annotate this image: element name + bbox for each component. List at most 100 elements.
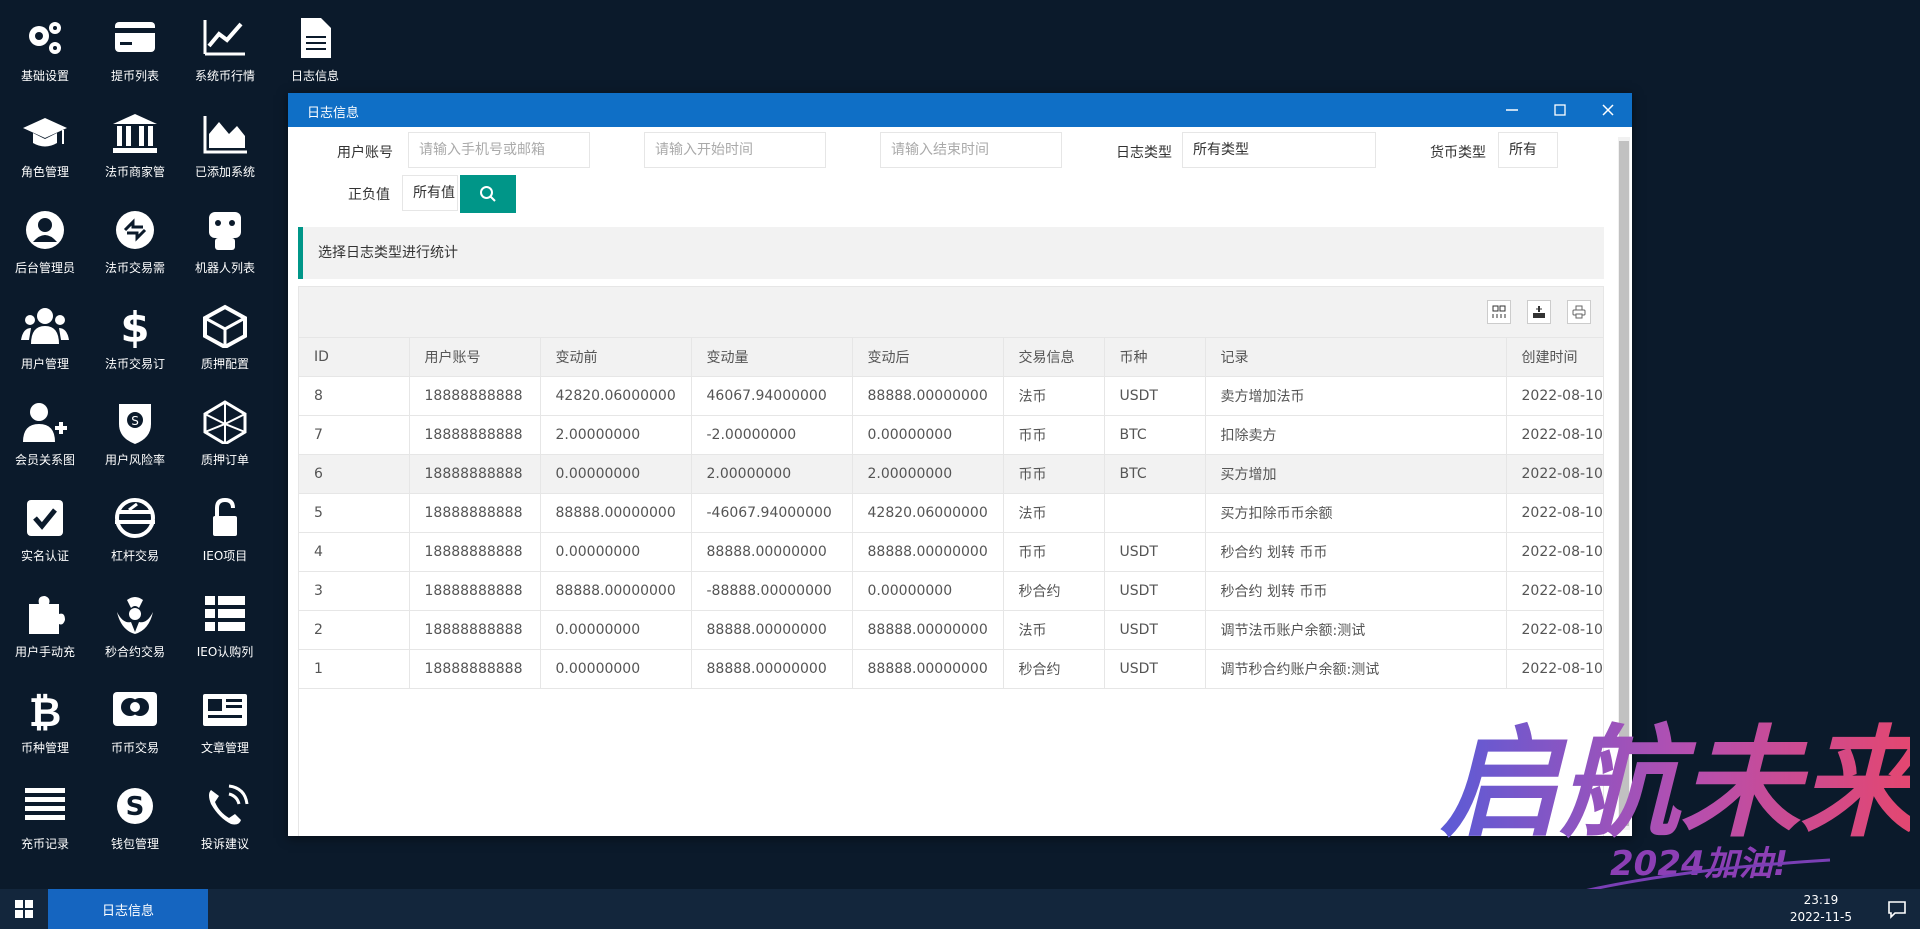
export-icon xyxy=(1533,306,1545,318)
desktop-icon-mastercard[interactable]: 币币交易 xyxy=(90,672,180,768)
column-header[interactable]: 变动前 xyxy=(540,338,692,377)
account-input[interactable]: 请输入手机号或邮箱 xyxy=(408,132,590,168)
desktop-icon-user-plus[interactable]: 会员关系图 xyxy=(0,384,90,480)
desktop-icon-gears[interactable]: 基础设置 xyxy=(0,0,90,96)
table-row[interactable]: 3 18888888888 88888.00000000 -88888.0000000… xyxy=(299,571,1603,611)
table-row[interactable]: 1 18888888888 0.00000000 88888.00000000 8888… xyxy=(299,649,1603,689)
table-cell: 币币 xyxy=(1003,532,1105,572)
table-row[interactable]: 2 18888888888 0.00000000 88888.00000000 8888… xyxy=(299,610,1603,650)
desktop-icon-user-circle[interactable]: 后台管理员 xyxy=(0,192,90,288)
minimize-icon xyxy=(1506,109,1518,111)
desktop-icon-label: 提币列表 xyxy=(110,69,159,83)
desktop-icon-label: 已添加系统 xyxy=(194,165,255,179)
minimize-button[interactable] xyxy=(1488,93,1536,127)
desktop-icon-phone[interactable]: 投诉建议 xyxy=(180,768,270,864)
desktop-icon-cube[interactable]: 质押配置 xyxy=(180,288,270,384)
close-button[interactable] xyxy=(1584,93,1632,127)
table-cell: 扣除卖方 xyxy=(1205,415,1507,455)
end-time-input[interactable]: 请输入结束时间 xyxy=(880,132,1062,168)
maximize-button[interactable] xyxy=(1536,93,1584,127)
sign-label: 正负值 xyxy=(348,187,390,203)
column-header[interactable]: 交易信息 xyxy=(1003,338,1105,377)
table-row[interactable]: 8 18888888888 42820.06000000 46067.94000000… xyxy=(299,376,1603,416)
column-header[interactable]: 记录 xyxy=(1205,338,1507,377)
column-header[interactable]: ID xyxy=(299,338,410,377)
column-header[interactable]: 创建时间 xyxy=(1506,338,1603,377)
desktop-icon-polyhedron[interactable]: 质押订单 xyxy=(180,384,270,480)
desktop-icon-document[interactable]: 日志信息 xyxy=(270,0,360,96)
currency-type-select[interactable]: 所有 xyxy=(1498,132,1558,168)
table-cell: 法币 xyxy=(1003,493,1105,533)
desktop-icon-credit-card[interactable]: 提币列表 xyxy=(90,0,180,96)
table-cell: USDT xyxy=(1104,610,1206,650)
desktop-icon-puzzle[interactable]: 用户手动充 xyxy=(0,576,90,672)
column-header[interactable]: 用户账号 xyxy=(409,338,541,377)
taskbar-clock[interactable]: 23:19 2022-11-5 xyxy=(1790,892,1852,926)
table-cell: 1 xyxy=(299,649,410,689)
start-time-input[interactable]: 请输入开始时间 xyxy=(644,132,826,168)
desktop-icon-label: 角色管理 xyxy=(20,165,69,179)
graduation-cap-icon xyxy=(23,118,67,147)
log-type-select[interactable]: 所有类型 xyxy=(1182,132,1376,168)
desktop-icon-label: 币币交易 xyxy=(110,741,159,755)
column-header[interactable]: 变动后 xyxy=(852,338,1004,377)
desktop-icon-list[interactable]: IEO认购列 xyxy=(180,576,270,672)
notification-icon[interactable] xyxy=(1886,898,1908,920)
table-cell: 18888888888 xyxy=(409,493,541,533)
table-cell: 秒合约 xyxy=(1003,649,1105,689)
table-cell: 18888888888 xyxy=(409,571,541,611)
skype-icon: S xyxy=(117,788,153,824)
user-plus-icon xyxy=(23,403,67,442)
desktop-icon-unlock[interactable]: IEO项目 xyxy=(180,480,270,576)
taskbar-item-log-info[interactable]: 日志信息 xyxy=(48,889,208,929)
desktop-icon-label: 秒合约交易 xyxy=(104,645,165,659)
dollar-icon: $ xyxy=(120,304,149,348)
desktop-icon-newspaper[interactable]: 文章管理 xyxy=(180,672,270,768)
table-cell: 买方增加 xyxy=(1205,454,1507,494)
desktop-icon-bank[interactable]: 法币商家管 xyxy=(90,96,180,192)
cube-icon xyxy=(203,304,247,348)
table-row[interactable]: 7 18888888888 2.00000000 -2.00000000 0.00000… xyxy=(299,415,1603,455)
desktop-icon-users[interactable]: 用户管理 xyxy=(0,288,90,384)
desktop-icon-shield[interactable]: S 用户风险率 xyxy=(90,384,180,480)
column-header[interactable]: 变动量 xyxy=(691,338,853,377)
columns-filter-button[interactable] xyxy=(1487,300,1511,324)
table-row[interactable]: 4 18888888888 0.00000000 88888.00000000 8888… xyxy=(299,532,1603,572)
desktop-icon-graduation-cap[interactable]: 角色管理 xyxy=(0,96,90,192)
watermark-main-text: 启航未来 xyxy=(1440,715,1910,854)
table-cell: 4 xyxy=(299,532,410,572)
export-button[interactable] xyxy=(1527,300,1551,324)
desktop-icon-line-chart[interactable]: 系统币行情 xyxy=(180,0,270,96)
sign-select[interactable]: 所有值 xyxy=(402,175,458,211)
print-button[interactable] xyxy=(1567,300,1591,324)
desktop-icon-dollar[interactable]: $ 法币交易订 xyxy=(90,288,180,384)
table-cell: 18888888888 xyxy=(409,532,541,572)
table-cell: USDT xyxy=(1104,376,1206,416)
desktop-icon-bitcoin[interactable]: ₿ 币种管理 xyxy=(0,672,90,768)
log-type-label: 日志类型 xyxy=(1116,145,1172,161)
desktop-icon-area-chart[interactable]: 已添加系统 xyxy=(180,96,270,192)
column-header[interactable]: 币种 xyxy=(1104,338,1206,377)
desktop-icon-label: 机器人列表 xyxy=(194,261,255,275)
phone-icon xyxy=(209,784,249,825)
desktop-icon-label: 质押配置 xyxy=(200,357,249,371)
user-circle-icon xyxy=(26,211,64,249)
desktop-icon-robot[interactable]: 机器人列表 xyxy=(180,192,270,288)
desktop-icon-rebel[interactable]: 秒合约交易 xyxy=(90,576,180,672)
desktop-icon-check-square[interactable]: 实名认证 xyxy=(0,480,90,576)
search-button[interactable] xyxy=(460,175,516,213)
desktop-icon-skype[interactable]: S 钱包管理 xyxy=(90,768,180,864)
desktop-icon-label: 充币记录 xyxy=(20,837,69,851)
desktop-icon-list-lines[interactable]: 充币记录 xyxy=(0,768,90,864)
table-cell: USDT xyxy=(1104,571,1206,611)
table-cell: 88888.00000000 xyxy=(691,649,853,689)
desktop-icon-lever[interactable]: 杠杆交易 xyxy=(90,480,180,576)
log-table-container: ID 用户账号 变动前 变动量 变动后 交易信息 币种 记录 创建时间 8 18888888888… xyxy=(298,286,1604,836)
table-cell: 2 xyxy=(299,610,410,650)
table-row[interactable]: 5 18888888888 88888.00000000 -46067.9400000… xyxy=(299,493,1603,533)
desktop-icon-exchange[interactable]: 法币交易需 xyxy=(90,192,180,288)
start-button[interactable] xyxy=(0,889,48,929)
window-title-bar[interactable]: 日志信息 xyxy=(288,93,1632,127)
table-cell: 秒合约 划转 币币 xyxy=(1205,571,1507,611)
table-row[interactable]: 6 18888888888 0.00000000 2.00000000 2.000000… xyxy=(299,454,1603,494)
